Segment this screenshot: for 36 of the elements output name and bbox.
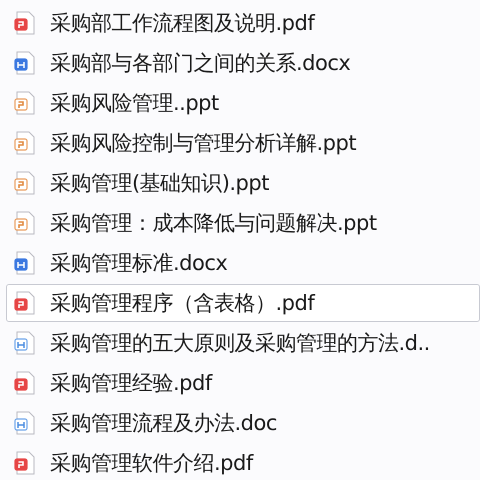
file-item[interactable]: 采购管理标准.docx bbox=[6, 244, 480, 282]
file-name: 采购管理经验.pdf bbox=[50, 370, 212, 397]
file-item[interactable]: 采购管理：成本降低与问题解决.ppt bbox=[6, 204, 480, 242]
presentation-file-icon bbox=[14, 211, 36, 235]
file-name: 采购管理程序（含表格）.pdf bbox=[50, 290, 314, 317]
file-name: 采购管理标准.docx bbox=[50, 250, 228, 277]
file-item[interactable]: 采购管理(基础知识).ppt bbox=[6, 164, 480, 202]
file-item[interactable]: 采购部工作流程图及说明.pdf bbox=[6, 4, 480, 42]
file-name: 采购部与各部门之间的关系.docx bbox=[50, 50, 350, 77]
presentation-file-icon bbox=[14, 91, 36, 115]
file-item[interactable]: 采购管理程序（含表格）.pdf bbox=[6, 284, 480, 322]
file-name: 采购管理流程及办法.doc bbox=[50, 410, 277, 437]
file-name: 采购部工作流程图及说明.pdf bbox=[50, 10, 314, 37]
file-item[interactable]: 采购部与各部门之间的关系.docx bbox=[6, 44, 480, 82]
file-name: 采购风险管理..ppt bbox=[50, 90, 219, 117]
file-name: 采购管理软件介绍.pdf bbox=[50, 450, 253, 477]
file-item[interactable]: 采购风险管理..ppt bbox=[6, 84, 480, 122]
presentation-file-icon bbox=[14, 131, 36, 155]
document-file-icon bbox=[14, 331, 36, 355]
file-item[interactable]: 采购管理的五大原则及采购管理的方法.d.. bbox=[6, 324, 480, 362]
file-item[interactable]: 采购管理流程及办法.doc bbox=[6, 404, 480, 442]
document-file-icon bbox=[14, 411, 36, 435]
file-item[interactable]: 采购管理经验.pdf bbox=[6, 364, 480, 402]
file-item[interactable]: 采购风险控制与管理分析详解.ppt bbox=[6, 124, 480, 162]
file-name: 采购管理：成本降低与问题解决.ppt bbox=[50, 210, 377, 237]
file-name: 采购管理的五大原则及采购管理的方法.d.. bbox=[50, 330, 430, 357]
presentation-file-icon bbox=[14, 171, 36, 195]
file-name: 采购管理(基础知识).ppt bbox=[50, 170, 269, 197]
file-name: 采购风险控制与管理分析详解.ppt bbox=[50, 130, 356, 157]
pdf-file-icon bbox=[14, 371, 36, 395]
document-file-icon bbox=[14, 251, 36, 275]
pdf-file-icon bbox=[14, 11, 36, 35]
document-file-icon bbox=[14, 51, 36, 75]
pdf-file-icon bbox=[14, 291, 36, 315]
pdf-file-icon bbox=[14, 451, 36, 475]
file-item[interactable]: 采购管理软件介绍.pdf bbox=[6, 444, 480, 480]
